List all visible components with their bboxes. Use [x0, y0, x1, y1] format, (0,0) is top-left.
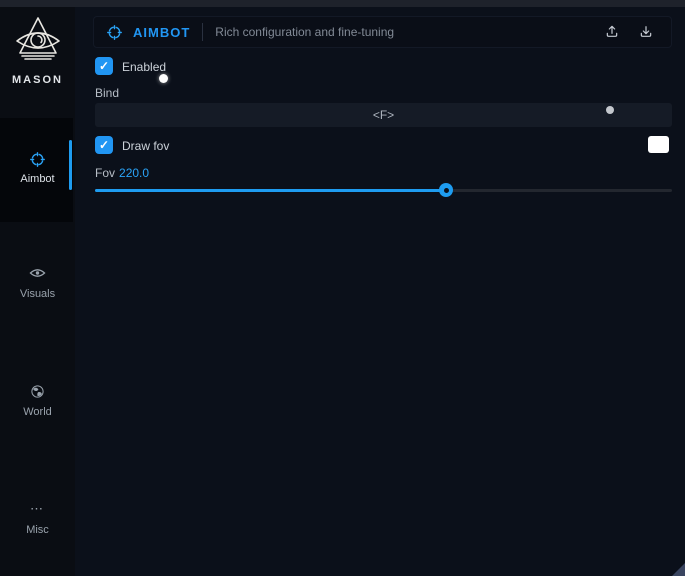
upload-icon [604, 24, 620, 40]
enabled-label: Enabled [122, 60, 166, 74]
sidebar-item-label: Misc [0, 524, 75, 536]
slider-thumb[interactable] [439, 183, 453, 197]
bind-key-input[interactable]: <F> [95, 103, 672, 127]
bind-label: Bind [95, 86, 119, 100]
section-header: AIMBOT Rich configuration and fine-tunin… [93, 16, 672, 48]
fov-caption: Fov 220.0 [95, 166, 149, 180]
sidebar-item-label: Aimbot [0, 173, 75, 185]
page-title: AIMBOT [133, 25, 190, 40]
globe-icon [0, 384, 75, 402]
resize-grip[interactable] [672, 563, 685, 576]
sidebar-item-world[interactable]: World [0, 384, 75, 418]
small-gray-dot [606, 106, 614, 114]
draw-fov-checkbox[interactable]: ✓ [95, 136, 113, 154]
slider-fill [95, 189, 446, 192]
eye-pyramid-icon [9, 15, 67, 67]
crosshair-icon [0, 151, 75, 169]
app-window: MASON Aimbot Visuals [0, 0, 685, 576]
header-divider [202, 23, 203, 41]
eye-icon [0, 266, 75, 284]
sidebar-item-label: World [0, 406, 75, 418]
download-icon [638, 24, 654, 40]
download-config-button[interactable] [633, 19, 659, 45]
sidebar-item-visuals[interactable]: Visuals [0, 266, 75, 300]
main-content: AIMBOT Rich configuration and fine-tunin… [75, 0, 685, 576]
mason-logo: MASON [0, 15, 75, 86]
ellipsis-icon: ⋯ [0, 502, 75, 520]
draw-fov-label: Draw fov [122, 139, 169, 153]
page-subtitle: Rich configuration and fine-tuning [215, 25, 394, 39]
fov-label: Fov [95, 166, 115, 180]
logo-label: MASON [0, 74, 75, 86]
cursor-dot [159, 74, 168, 83]
check-icon: ✓ [99, 138, 109, 152]
upload-config-button[interactable] [599, 19, 625, 45]
sidebar: MASON Aimbot Visuals [0, 7, 75, 576]
check-icon: ✓ [99, 59, 109, 73]
fov-color-swatch[interactable] [648, 136, 669, 153]
sidebar-item-label: Visuals [0, 288, 75, 300]
sidebar-item-misc[interactable]: ⋯ Misc [0, 502, 75, 536]
crosshair-icon [106, 24, 123, 41]
enabled-checkbox[interactable]: ✓ [95, 57, 113, 75]
sidebar-item-aimbot[interactable]: Aimbot [0, 151, 75, 185]
bind-key-value: <F> [373, 108, 394, 122]
fov-slider[interactable] [95, 183, 672, 197]
fov-value: 220.0 [119, 166, 149, 180]
